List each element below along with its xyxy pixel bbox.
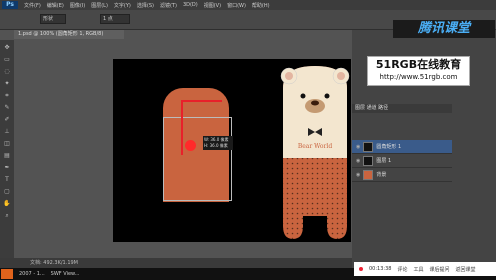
player-question[interactable]: 课后提问 bbox=[430, 266, 450, 273]
eye-icon[interactable]: ◉ bbox=[356, 158, 360, 164]
marquee-tool-icon[interactable]: ▭ bbox=[2, 56, 12, 64]
ps-logo: Ps bbox=[2, 1, 18, 9]
magic-wand-icon[interactable]: ✦ bbox=[2, 80, 12, 88]
pen-tool-icon[interactable]: ✒ bbox=[2, 164, 12, 172]
play-time: 00:13:38 bbox=[369, 266, 392, 272]
menu-layer[interactable]: 图层(L) bbox=[91, 2, 108, 9]
menu-filter[interactable]: 滤镜(T) bbox=[160, 2, 177, 9]
zoom-tool-icon[interactable]: ⌕ bbox=[2, 212, 12, 220]
menu-select[interactable]: 选择(S) bbox=[137, 2, 154, 9]
type-tool-icon[interactable]: T bbox=[2, 176, 12, 184]
stamp-tool-icon[interactable]: ⊥ bbox=[2, 128, 12, 136]
player-tools[interactable]: 工具 bbox=[413, 266, 423, 273]
layer-thumbnail bbox=[363, 155, 374, 166]
tooltip-h: H: 36.0 像素 bbox=[204, 143, 228, 148]
brand-logo: 腾讯课堂 bbox=[393, 20, 495, 38]
menu-window[interactable]: 窗口(W) bbox=[227, 2, 246, 9]
bear-illustration: Bear World bbox=[280, 66, 350, 239]
eye-icon[interactable]: ◉ bbox=[356, 144, 360, 150]
layer-name: 背景 bbox=[376, 172, 387, 178]
layer-name: 图层 1 bbox=[376, 158, 392, 164]
layers-list: ◉ 圆角矩形 1 ◉ 图层 1 ◉ 背景 bbox=[352, 140, 452, 188]
watermark: 51RGB在线教育 http://www.51rgb.com bbox=[367, 56, 470, 86]
shape-tool-icon[interactable]: ▢ bbox=[2, 188, 12, 196]
stroke-size-input[interactable]: 1 点 bbox=[100, 14, 130, 24]
taskbar-item[interactable]: 2007 - 1... bbox=[19, 271, 45, 277]
menu-image[interactable]: 图像(I) bbox=[70, 2, 85, 9]
menu-edit[interactable]: 编辑(E) bbox=[47, 2, 64, 9]
layer-thumbnail bbox=[363, 141, 374, 152]
status-bar: 文档: 492.3K/1.19M bbox=[0, 258, 352, 268]
start-button[interactable] bbox=[1, 269, 13, 279]
layer-row[interactable]: ◉ 背景 bbox=[352, 168, 452, 182]
layers-panel-tabs[interactable]: 图层 通道 路径 bbox=[352, 104, 452, 113]
player-comments[interactable]: 评论 bbox=[397, 266, 407, 273]
layer-row[interactable]: ◉ 图层 1 bbox=[352, 154, 452, 168]
menu-file[interactable]: 文件(F) bbox=[24, 2, 41, 9]
taskbar-item[interactable]: SWF View... bbox=[51, 271, 80, 277]
gradient-tool-icon[interactable]: ▤ bbox=[2, 152, 12, 160]
menu-type[interactable]: 文字(Y) bbox=[114, 2, 131, 9]
transform-box[interactable] bbox=[163, 117, 232, 201]
menu-help[interactable]: 帮助(H) bbox=[252, 2, 270, 9]
menu-3d[interactable]: 3D(D) bbox=[183, 2, 198, 8]
layer-name: 圆角矩形 1 bbox=[376, 144, 402, 150]
eraser-tool-icon[interactable]: ◫ bbox=[2, 140, 12, 148]
hand-tool-icon[interactable]: ✋ bbox=[2, 200, 12, 208]
player-return[interactable]: 返回课堂 bbox=[456, 266, 476, 273]
watermark-title: 51RGB在线教育 bbox=[375, 58, 462, 71]
shape-cursor bbox=[185, 140, 196, 151]
menu-view[interactable]: 视图(V) bbox=[204, 2, 221, 9]
layer-row[interactable]: ◉ 圆角矩形 1 bbox=[352, 140, 452, 154]
move-tool-icon[interactable]: ✥ bbox=[2, 44, 12, 52]
brush-tool-icon[interactable]: ✐ bbox=[2, 116, 12, 124]
menubar: Ps 文件(F) 编辑(E) 图像(I) 图层(L) 文字(Y) 选择(S) 滤… bbox=[0, 0, 496, 10]
tools-panel: ✥ ▭ ◌ ✦ ⌗ ✎ ✐ ⊥ ◫ ▤ ✒ T ▢ ✋ ⌕ bbox=[0, 40, 14, 268]
size-tooltip: W: 36.0 像素 H: 36.0 像素 bbox=[203, 136, 233, 150]
guide-line-horizontal bbox=[181, 100, 222, 102]
record-icon bbox=[359, 267, 363, 271]
lasso-tool-icon[interactable]: ◌ bbox=[2, 68, 12, 76]
svg-text:Bear World: Bear World bbox=[298, 143, 332, 150]
eyedropper-icon[interactable]: ✎ bbox=[2, 104, 12, 112]
layer-thumbnail bbox=[363, 169, 374, 180]
mode-select[interactable]: 形状 bbox=[40, 14, 66, 24]
watermark-url: http://www.51rgb.com bbox=[379, 73, 458, 81]
crop-tool-icon[interactable]: ⌗ bbox=[2, 92, 12, 100]
eye-icon[interactable]: ◉ bbox=[356, 172, 360, 178]
video-player-bar: 00:13:38 评论 工具 课后提问 返回课堂 bbox=[354, 262, 496, 276]
guide-line-vertical bbox=[181, 100, 183, 155]
document-tab[interactable]: 1.psd @ 100% (圆角矩形 1, RGB/8) bbox=[14, 30, 124, 39]
